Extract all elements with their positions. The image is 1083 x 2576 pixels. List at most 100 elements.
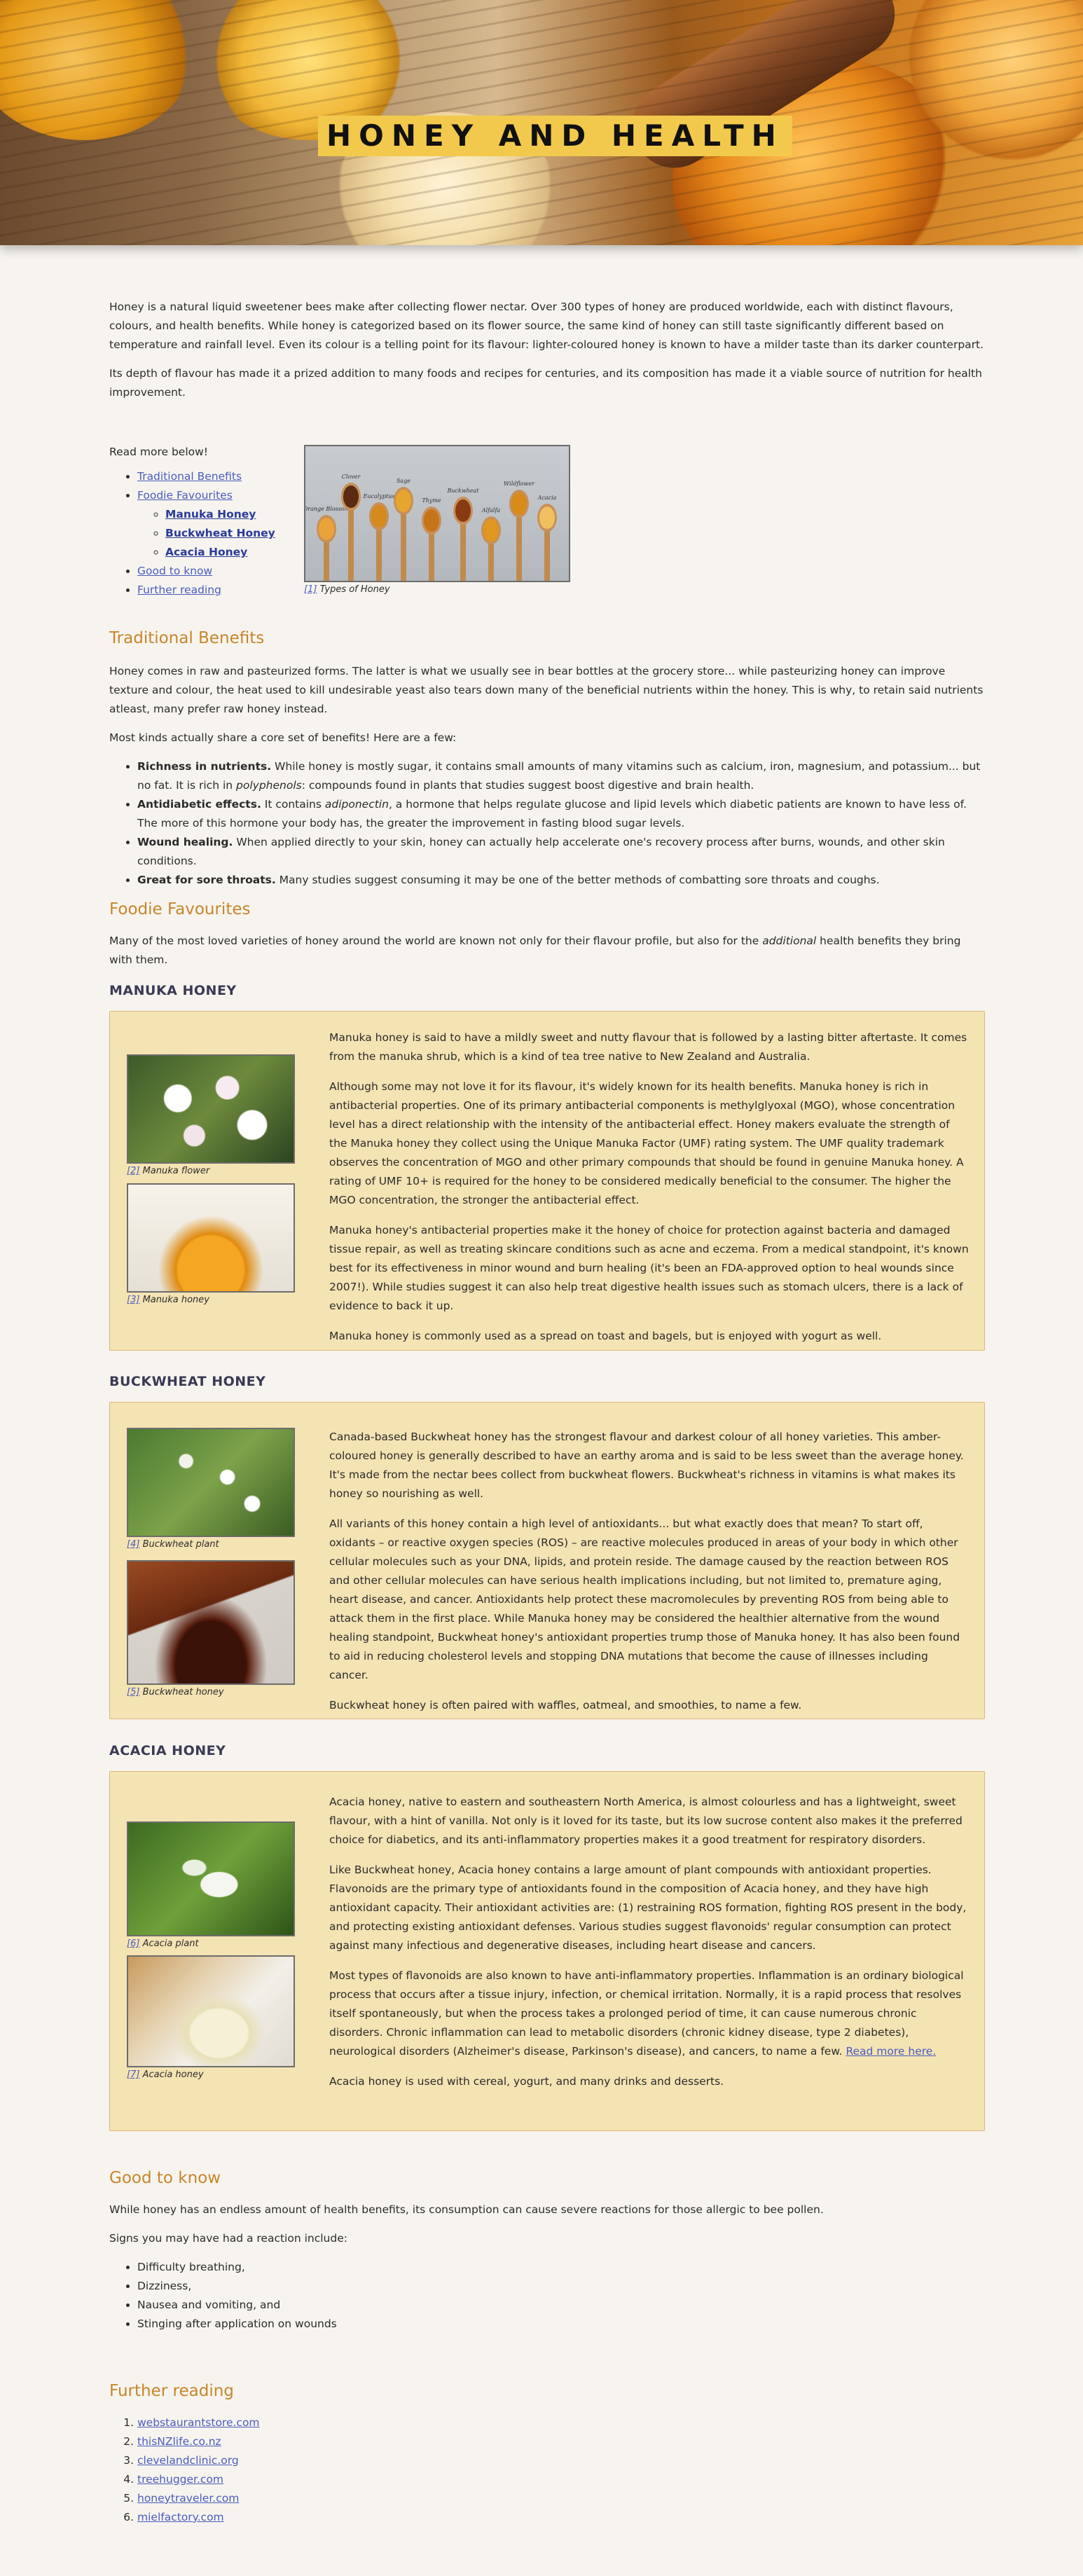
figure-caption: [5] Buckwheat honey (127, 1686, 295, 1699)
toc-link-foodie[interactable]: Foodie Favourites (137, 489, 233, 502)
section-title-further-reading: Further reading (109, 2382, 234, 2400)
manuka-panel: [2] Manuka flower [3] Manuka honey Manuk… (109, 1011, 985, 1351)
benefit-text: : compounds found in plants that studies… (301, 779, 754, 792)
paragraph: Canada-based Buckwheat honey has the str… (329, 1431, 964, 1500)
figure-caption: [6] Acacia plant (127, 1938, 295, 1950)
honey-sample (396, 490, 411, 512)
figure-ref-link[interactable]: [4] (127, 1539, 139, 1550)
figure-caption: [7] Acacia honey (127, 2069, 295, 2081)
reference-link[interactable]: thisNZlife.co.nz (137, 2435, 221, 2448)
toc-list: Traditional Benefits Foodie Favourites M… (137, 467, 319, 600)
benefit-text: It contains (261, 798, 325, 811)
list-item: Stinging after application on wounds (137, 2315, 985, 2334)
list-item: treehugger.com (137, 2470, 985, 2489)
paragraph: Many of the most loved varieties of hone… (109, 932, 985, 970)
spoon-handle (401, 514, 406, 581)
caption-text: Types of Honey (319, 584, 390, 595)
figure-ref-link[interactable]: [1] (304, 584, 317, 595)
reference-link[interactable]: webstaurantstore.com (137, 2416, 260, 2429)
paragraph: Buckwheat honey is often paired with waf… (329, 1699, 802, 1711)
figure-manuka-honey: [3] Manuka honey (127, 1183, 295, 1307)
paragraph: Manuka honey is commonly used as a sprea… (329, 1330, 882, 1342)
figure-manuka-flower: [2] Manuka flower (127, 1054, 295, 1178)
toc-link-acacia[interactable]: Acacia Honey (165, 546, 247, 558)
acacia-text: Acacia honey, native to eastern and sout… (329, 1793, 970, 2091)
main-content: Honey is a natural liquid sweetener bees… (109, 298, 985, 2523)
paragraph: Signs you may have had a reaction includ… (109, 2232, 347, 2245)
figure-acacia-plant: [6] Acacia plant (127, 1821, 295, 1950)
acacia-plant-image (127, 1821, 295, 1936)
subsection-title-acacia: ACACIA HONEY (109, 1743, 226, 1758)
reference-link[interactable]: honeytraveler.com (137, 2492, 239, 2505)
emphasis: additional (762, 935, 817, 947)
paragraph: Although some may not love it for its fl… (329, 1080, 964, 1206)
benefit-text: Many studies suggest consuming it may be… (275, 874, 880, 886)
spoon-handle (429, 533, 434, 581)
spoon-label: Orange Blossom (305, 506, 350, 512)
spoon-handle (348, 509, 354, 581)
spoon-label: Thyme (422, 497, 441, 504)
reaction-list: Difficulty breathing, Dizziness, Nausea … (137, 2258, 985, 2334)
intro-paragraph: Honey is a natural liquid sweetener bees… (109, 301, 984, 351)
hero-banner: HONEY AND HEALTH (0, 0, 1083, 245)
benefit-item: Wound healing. When applied directly to … (137, 833, 985, 871)
benefit-title: Antidiabetic effects. (137, 798, 261, 811)
caption-text: Manuka flower (142, 1166, 210, 1176)
further-reading-section: Further reading webstaurantstore.com thi… (109, 2380, 985, 2527)
list-item: clevelandclinic.org (137, 2451, 985, 2470)
reference-link[interactable]: treehugger.com (137, 2473, 223, 2486)
buckwheat-honey-image (127, 1560, 295, 1685)
toc-area: Read more below! Traditional Benefits Fo… (109, 443, 985, 604)
figure-caption: [3] Manuka honey (127, 1294, 295, 1307)
read-more-link[interactable]: Read more here. (846, 2045, 936, 2058)
figure-ref-link[interactable]: [6] (127, 1938, 139, 1949)
paragraph: Acacia honey, native to eastern and sout… (329, 1796, 963, 1846)
figure-buckwheat-plant: [4] Buckwheat plant (127, 1428, 295, 1551)
caption-text: Buckwheat plant (142, 1539, 219, 1550)
table-of-contents: Read more below! Traditional Benefits Fo… (109, 443, 319, 600)
toc-link-buckwheat[interactable]: Buckwheat Honey (165, 527, 275, 539)
honey-sample (455, 500, 471, 522)
reference-link[interactable]: clevelandclinic.org (137, 2454, 239, 2467)
buckwheat-panel: [4] Buckwheat plant [5] Buckwheat honey … (109, 1402, 985, 1719)
subsection-title-manuka: MANUKA HONEY (109, 983, 237, 998)
spoon-handle (324, 542, 329, 581)
caption-text: Buckwheat honey (142, 1687, 224, 1697)
toc-link-good-to-know[interactable]: Good to know (137, 565, 212, 577)
spoon-label: Alfalfa (481, 507, 501, 514)
manuka-text: Manuka honey is said to have a mildly sw… (329, 1028, 970, 1346)
section-title-traditional: Traditional Benefits (109, 629, 265, 647)
benefit-item: Antidiabetic effects. It contains adipon… (137, 795, 985, 833)
section-title-foodie: Foodie Favourites (109, 900, 251, 918)
figure-caption: [2] Manuka flower (127, 1165, 295, 1178)
figure-ref-link[interactable]: [2] (127, 1166, 139, 1176)
list-item: Dizziness, (137, 2277, 985, 2296)
good-to-know-section: Good to know While honey has an endless … (109, 2167, 985, 2334)
paragraph: Manuka honey is said to have a mildly sw… (329, 1031, 967, 1063)
spoon-label: Wildflower (504, 481, 535, 487)
honey-spoons-illustration: Orange Blossom Clover Eucalyptus Sage Thyme B… (305, 474, 557, 581)
honey-sample (343, 485, 359, 508)
honey-sample (511, 493, 527, 515)
toc-link-further-reading[interactable]: Further reading (137, 584, 221, 596)
figure-caption: [4] Buckwheat plant (127, 1538, 295, 1551)
benefit-emphasis: adiponectin (324, 798, 389, 811)
toc-link-manuka[interactable]: Manuka Honey (165, 508, 256, 521)
buckwheat-text: Canada-based Buckwheat honey has the str… (329, 1428, 970, 1715)
toc-subitem: Manuka Honey (165, 505, 319, 524)
list-item: Nausea and vomiting, and (137, 2296, 985, 2315)
figure-ref-link[interactable]: [3] (127, 1295, 139, 1305)
toc-item: Good to know (137, 562, 319, 581)
reference-link[interactable]: mielfactory.com (137, 2511, 224, 2523)
paragraph: Most kinds actually share a core set of … (109, 731, 457, 744)
toc-link-traditional[interactable]: Traditional Benefits (137, 470, 242, 483)
figure-ref-link[interactable]: [7] (127, 2069, 139, 2080)
spoon-label: Acacia (537, 495, 557, 501)
figure-ref-link[interactable]: [5] (127, 1687, 139, 1697)
traditional-benefits-section: Traditional Benefits Honey comes in raw … (109, 627, 985, 890)
figure-honey-types: Orange Blossom Clover Eucalyptus Sage Thyme B… (304, 445, 570, 596)
list-item: honeytraveler.com (137, 2489, 985, 2508)
benefit-emphasis: polyphenols (236, 779, 302, 792)
toc-subitem: Acacia Honey (165, 543, 319, 562)
manuka-honey-image (127, 1183, 295, 1293)
